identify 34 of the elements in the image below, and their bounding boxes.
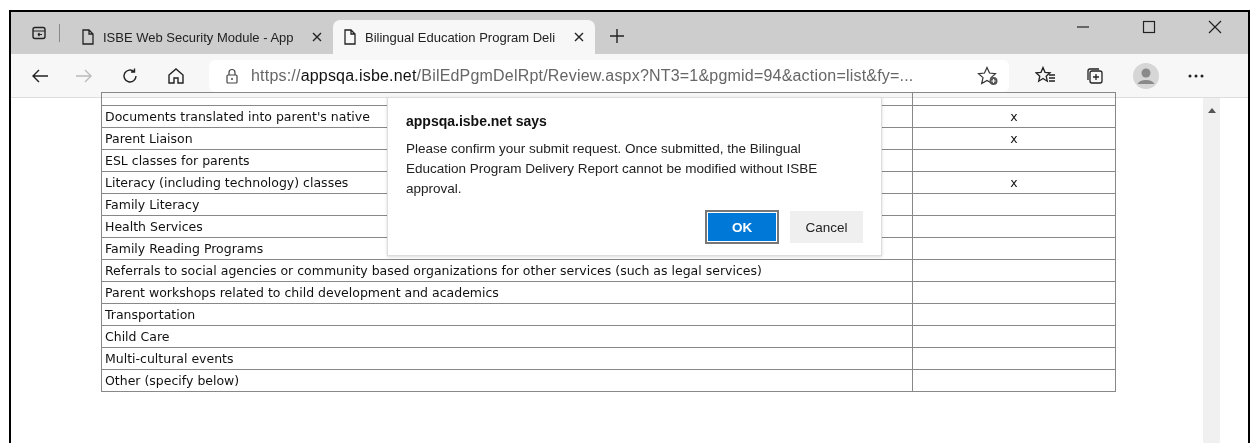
maximize-icon[interactable]: [1142, 20, 1156, 34]
mark-cell: x: [912, 127, 1116, 150]
close-icon[interactable]: [311, 31, 323, 43]
service-cell: Referrals to social agencies or community based organizations for other services (such as legal services): [101, 259, 913, 282]
scroll-up-icon[interactable]: [1207, 108, 1216, 113]
tab-actions-icon[interactable]: [31, 25, 47, 41]
cancel-button[interactable]: Cancel: [790, 211, 863, 243]
url-text: https://appsqa.isbe.net/BilEdPgmDelRpt/Review.aspx?NT3=1&pgmid=94&action=list&fy=...: [251, 66, 915, 85]
dialog-title: appsqa.isbe.net says: [406, 113, 548, 129]
service-cell: Child Care: [101, 325, 913, 348]
collections-icon[interactable]: [1085, 65, 1105, 86]
service-cell: Transportation: [101, 303, 913, 326]
add-favorite-icon[interactable]: [977, 65, 999, 86]
home-icon[interactable]: [167, 66, 185, 85]
new-tab-icon[interactable]: [609, 28, 625, 44]
refresh-icon[interactable]: [121, 66, 139, 85]
mark-cell: x: [912, 171, 1116, 194]
address-field[interactable]: https://appsqa.isbe.net/BilEdPgmDelRpt/Review.aspx?NT3=1&pgmid=94&action=list&fy=...: [209, 59, 1009, 92]
browser-tab[interactable]: Bilingual Education Program Deli: [333, 20, 595, 54]
lock-icon: [225, 67, 239, 84]
browser-tab[interactable]: ISBE Web Security Module - App: [71, 20, 333, 54]
more-icon[interactable]: [1187, 72, 1205, 79]
service-cell: Multi-cultural events: [101, 347, 913, 370]
ok-button[interactable]: OK: [708, 213, 776, 241]
scrollbar[interactable]: [1203, 98, 1220, 443]
service-cell: Other (specify below): [101, 369, 913, 392]
mark-cell: x: [912, 105, 1116, 128]
page-icon: [343, 29, 357, 45]
service-cell: Parent workshops related to child development and academics: [101, 281, 913, 304]
close-icon[interactable]: [1208, 20, 1222, 34]
profile-avatar-icon[interactable]: [1133, 62, 1159, 89]
back-icon[interactable]: [31, 67, 49, 84]
close-icon[interactable]: [573, 31, 585, 43]
page-icon: [81, 29, 95, 45]
